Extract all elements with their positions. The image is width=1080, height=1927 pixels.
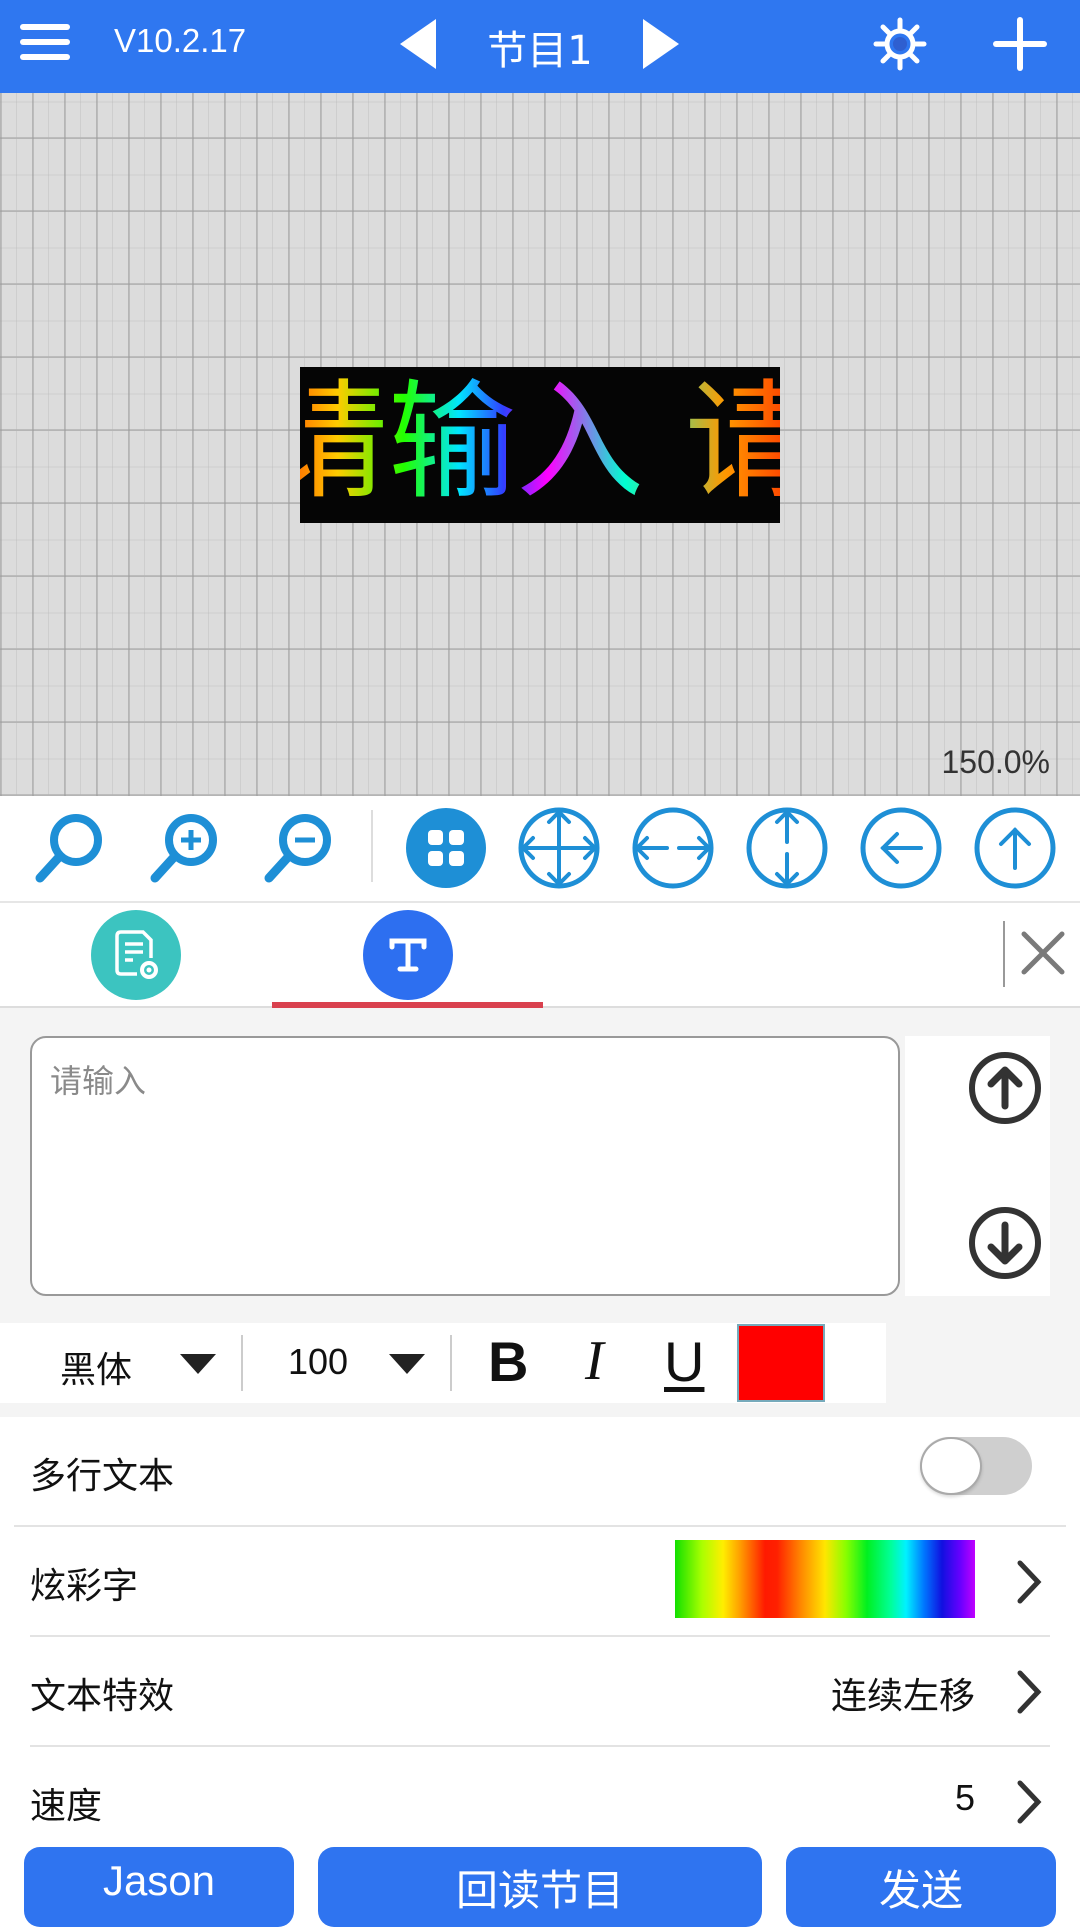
text-color-swatch[interactable] [737,1324,825,1402]
zoom-out-icon[interactable] [257,806,341,890]
multiline-text-row: 多行文本 [0,1417,1080,1527]
font-family-dropdown-icon[interactable] [180,1354,216,1374]
program-title: 节目1 [487,28,593,74]
colorful-text-label: 炫彩字 [30,1566,139,1607]
readback-program-button[interactable]: 回读节目 [318,1847,762,1927]
multiline-text-label: 多行文本 [30,1456,175,1497]
zoom-level-label: 150.0% [941,744,1050,780]
font-size-select[interactable]: 100 [288,1341,348,1383]
program-settings-icon [91,910,181,1000]
speed-value: 5 [954,1777,975,1818]
text-effect-row[interactable]: 文本特效 连续左移 [0,1637,1080,1747]
multiline-text-toggle[interactable] [920,1437,1032,1495]
chevron-right-icon[interactable] [1014,1667,1044,1717]
vertical-center-icon[interactable] [745,806,829,890]
font-row-divider [450,1335,452,1391]
text-effect-value: 连续左移 [830,1676,975,1717]
send-button[interactable]: 发送 [786,1847,1056,1927]
text-icon [363,910,453,1000]
bottom-action-bar: Jason 回读节目 发送 [0,1836,1080,1927]
add-plus-icon[interactable] [992,16,1048,72]
app-header: V10.2.17 节目1 [0,0,1080,93]
led-preview-text: 请输入 请 [300,373,780,513]
font-format-bar: 黑体 100 B I U [0,1323,886,1403]
settings-gear-icon[interactable] [872,16,928,72]
line-order-panel [905,1036,1050,1296]
horizontal-center-icon[interactable] [631,806,715,890]
chevron-right-icon[interactable] [1014,1557,1044,1607]
align-left-icon[interactable] [859,806,943,890]
text-content-input[interactable] [30,1036,900,1296]
grid-align-icon[interactable] [404,806,488,890]
prev-program-icon[interactable] [400,19,436,69]
move-all-directions-icon[interactable] [517,806,601,890]
toggle-knob [920,1437,982,1495]
circle-arrow-up-icon[interactable] [967,1050,1043,1126]
property-tabs [0,903,1080,1008]
italic-button[interactable]: I [585,1329,604,1393]
underline-button[interactable]: U [664,1329,704,1394]
bold-button[interactable]: B [488,1329,528,1394]
led-text-preview[interactable]: 请输入 请 [300,367,780,523]
next-program-icon[interactable] [643,19,679,69]
tabs-divider [1003,921,1005,987]
colorful-text-row[interactable]: 炫彩字 [0,1527,1080,1637]
toolbar-divider [371,810,373,882]
menu-icon[interactable] [20,24,70,60]
text-effect-label: 文本特效 [30,1676,175,1717]
font-family-select[interactable]: 黑体 [60,1341,132,1393]
zoom-in-icon[interactable] [143,806,227,890]
tab-program-settings[interactable] [0,903,272,1008]
tab-text[interactable] [272,903,544,1008]
jason-button[interactable]: Jason [24,1847,294,1927]
speed-label: 速度 [30,1786,103,1827]
chevron-right-icon[interactable] [1014,1777,1044,1827]
font-size-dropdown-icon[interactable] [389,1354,425,1374]
rainbow-gradient-preview[interactable] [675,1540,975,1618]
align-top-icon[interactable] [973,806,1057,890]
font-row-divider [241,1335,243,1391]
app-version: V10.2.17 [114,22,247,59]
canvas-toolbar [0,796,1080,903]
circle-arrow-down-icon[interactable] [967,1205,1043,1281]
zoom-fit-icon[interactable] [28,806,112,890]
close-icon[interactable] [1020,930,1066,976]
